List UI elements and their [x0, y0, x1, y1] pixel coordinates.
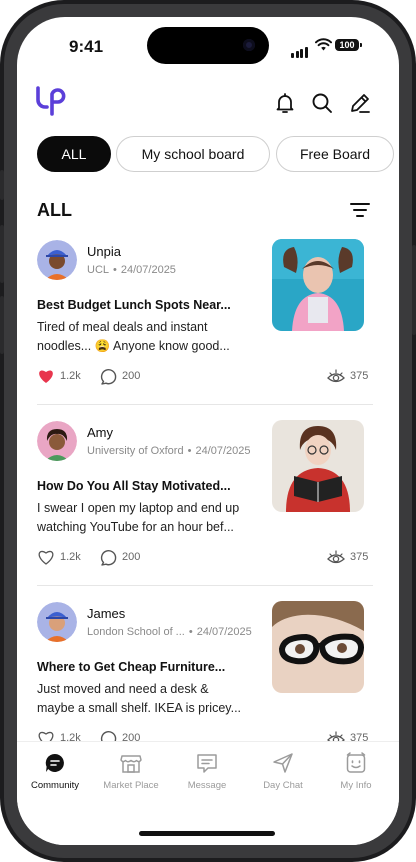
post-thumbnail[interactable]	[272, 420, 364, 512]
tab-free-board[interactable]: Free Board	[276, 136, 394, 172]
filter-icon[interactable]	[349, 201, 371, 219]
post-body: Tired of meal deals and instant noodles.…	[37, 320, 230, 353]
like-button[interactable]: 1.2k	[37, 366, 81, 386]
nav-label: Day Chat	[263, 780, 303, 791]
view-count-display: 375	[327, 366, 368, 386]
avatar	[37, 421, 77, 461]
battery-tip	[360, 43, 362, 47]
comment-count: 200	[122, 370, 141, 382]
view-count: 375	[350, 370, 369, 382]
post-divider	[37, 404, 373, 405]
view-count-display: 375	[327, 547, 368, 567]
like-count: 1.2k	[60, 370, 81, 382]
nav-label: Community	[30, 780, 80, 791]
volume-up-button	[0, 225, 4, 283]
post-body: I swear I open my laptop and end up watc…	[37, 501, 240, 534]
volume-down-button	[0, 296, 4, 354]
like-count: 1.2k	[60, 551, 81, 563]
post-title[interactable]: Best Budget Lunch Spots Near...	[37, 298, 259, 312]
store-icon	[120, 755, 142, 773]
comment-icon	[100, 549, 117, 566]
post-thumbnail[interactable]	[272, 601, 364, 693]
post-school: University of Oxford	[87, 445, 184, 457]
comment-count: 200	[122, 551, 141, 563]
eye-icon	[327, 550, 345, 564]
heart-icon	[39, 370, 53, 383]
comment-button[interactable]: 200	[100, 547, 140, 567]
post-school: London School of ...	[87, 626, 185, 638]
post-date: 24/07/2025	[196, 626, 252, 638]
avatar	[37, 602, 77, 642]
post-stats: 1.2k 200 375	[37, 547, 373, 567]
nav-my-info[interactable]: My Info	[318, 752, 394, 791]
dynamic-island	[147, 27, 269, 64]
post-author[interactable]: James	[87, 606, 125, 621]
app-header	[17, 85, 399, 125]
logo-icon[interactable]	[35, 86, 67, 116]
post-card[interactable]: Amy University of Oxford • 24/07/2025 How …	[37, 417, 373, 597]
post-divider	[37, 585, 373, 586]
bell-icon[interactable]	[273, 91, 297, 115]
post-title[interactable]: Where to Get Cheap Furniture...	[37, 660, 259, 674]
post-card[interactable]: Unpia UCL • 24/07/2025 Best Budget Lunch S…	[37, 236, 373, 416]
post-thumbnail[interactable]	[272, 239, 364, 331]
chat-bubble-icon	[45, 753, 64, 772]
post-meta: University of Oxford • 24/07/2025	[87, 445, 251, 457]
post-author[interactable]: Amy	[87, 425, 113, 440]
app-screen: 9:41 100 ALL My school board Free Board …	[17, 17, 399, 845]
send-icon	[273, 753, 293, 773]
nav-label: Market Place	[103, 780, 159, 791]
nav-label: My Info	[340, 780, 372, 791]
nav-community[interactable]: Community	[17, 752, 93, 791]
status-time: 9:41	[69, 37, 104, 56]
nav-market-place[interactable]: Market Place	[93, 752, 169, 791]
smiley-icon	[346, 752, 366, 773]
comment-button[interactable]: 200	[100, 366, 140, 386]
post-school: UCL	[87, 264, 110, 276]
post-date: 24/07/2025	[195, 445, 251, 457]
battery-level: 100	[335, 39, 359, 51]
wifi-icon	[315, 38, 332, 51]
heart-icon	[38, 550, 54, 565]
nav-message[interactable]: Message	[169, 752, 245, 791]
post-meta: London School of ... • 24/07/2025	[87, 626, 252, 638]
bottom-nav: Community Market Place Message Day Chat	[17, 741, 399, 845]
search-icon[interactable]	[310, 91, 334, 115]
post-meta: UCL • 24/07/2025	[87, 264, 176, 276]
nav-day-chat[interactable]: Day Chat	[245, 752, 321, 791]
eye-icon	[327, 369, 345, 383]
view-count: 375	[350, 551, 369, 563]
avatar	[37, 240, 77, 280]
like-button[interactable]: 1.2k	[37, 547, 81, 567]
pencil-icon[interactable]	[348, 91, 372, 115]
message-icon	[197, 754, 217, 773]
signal-icon	[291, 40, 309, 58]
post-title[interactable]: How Do You All Stay Motivated...	[37, 479, 259, 493]
home-indicator[interactable]	[139, 831, 275, 836]
camera-icon	[243, 39, 255, 51]
status-bar: 9:41 100	[17, 17, 399, 73]
tab-my-school-board[interactable]: My school board	[116, 136, 270, 172]
post-body: Just moved and need a desk & maybe a sma…	[37, 682, 242, 715]
action-button	[0, 170, 4, 200]
nav-label: Message	[187, 780, 227, 791]
post-date: 24/07/2025	[120, 264, 176, 276]
post-author[interactable]: Unpia	[87, 244, 121, 259]
power-button	[412, 245, 416, 335]
section-title: ALL	[37, 200, 72, 220]
comment-icon	[100, 368, 117, 385]
post-stats: 1.2k 200 375	[37, 366, 373, 386]
tab-all[interactable]: ALL	[37, 136, 111, 172]
